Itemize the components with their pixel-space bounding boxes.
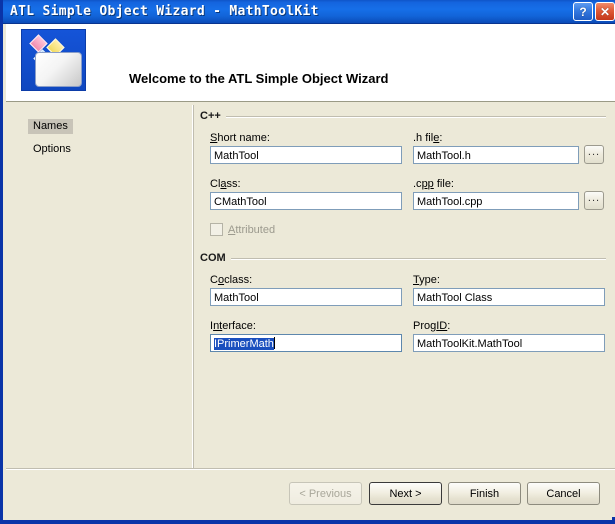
type-input[interactable]: MathTool Class <box>413 288 605 306</box>
progid-label-post: : <box>447 320 451 332</box>
wizard-nav: Names Options <box>6 102 191 468</box>
cpp-file-browse-button[interactable]: ... <box>584 191 604 210</box>
coclass-label-pre: C <box>210 274 218 286</box>
group-line-cpp <box>200 116 606 118</box>
interface-input[interactable]: IPrimerMath <box>210 334 402 352</box>
group-line-com <box>200 258 606 260</box>
coclass-input[interactable]: MathTool <box>210 288 402 306</box>
progid-label: ProgID: <box>413 320 450 332</box>
type-label: Type: <box>413 274 440 286</box>
diamond-pink-icon <box>29 34 48 53</box>
wizard-content: Names Options C++ Short name: MathTool .… <box>6 102 615 517</box>
cpp-file-input[interactable]: MathTool.cpp <box>413 192 579 210</box>
short-name-label: Short name: <box>210 132 270 144</box>
coclass-label: Coclass: <box>210 274 252 286</box>
group-label-com: COM <box>200 252 231 264</box>
interface-input-selection: IPrimerMath <box>214 338 274 350</box>
cpp-file-label: .cpp file: <box>413 178 454 190</box>
help-icon[interactable]: ? <box>573 2 593 21</box>
cancel-button[interactable]: Cancel <box>527 482 600 505</box>
interface-accel: nt <box>213 320 223 332</box>
class-input[interactable]: CMathTool <box>210 192 402 210</box>
previous-button[interactable]: < Previous <box>289 482 362 505</box>
group-label-cpp: C++ <box>200 110 226 122</box>
close-icon[interactable]: ✕ <box>595 2 615 21</box>
h-file-label-pre: .h fil <box>413 132 434 144</box>
coclass-label-post: class: <box>224 274 253 286</box>
cpp-file-accel: pp <box>421 178 434 190</box>
next-button[interactable]: Next > <box>369 482 442 505</box>
attributed-label: Attributed <box>228 224 275 236</box>
type-label-post: ype: <box>419 274 440 286</box>
text-caret <box>273 337 275 349</box>
wizard-banner: Welcome to the ATL Simple Object Wizard <box>6 24 615 102</box>
wizard-window: ATL Simple Object Wizard - MathToolKit ?… <box>0 0 615 524</box>
document-sheet-icon <box>35 52 82 87</box>
attributed-checkbox <box>210 223 223 236</box>
title-bar[interactable]: ATL Simple Object Wizard - MathToolKit ?… <box>3 0 615 24</box>
attributed-label-post: ttributed <box>235 223 276 236</box>
page-title: Welcome to the ATL Simple Object Wizard <box>129 71 389 86</box>
wizard-panel: C++ Short name: MathTool .h file: MathTo… <box>194 102 615 468</box>
progid-input[interactable]: MathToolKit.MathTool <box>413 334 605 352</box>
interface-label-post: erface: <box>222 320 256 332</box>
wizard-footer: < Previous Next > Finish Cancel <box>6 469 615 517</box>
class-label: Class: <box>210 178 241 190</box>
h-file-label-post: : <box>439 132 443 144</box>
short-name-label-post: hort name: <box>217 132 270 144</box>
cpp-file-label-post: file: <box>433 178 454 190</box>
h-file-browse-button[interactable]: ... <box>584 145 604 164</box>
h-file-label: .h file: <box>413 132 442 144</box>
title-bar-buttons: ? ✕ <box>573 2 615 21</box>
window-title: ATL Simple Object Wizard - MathToolKit <box>10 4 319 19</box>
finish-button[interactable]: Finish <box>448 482 521 505</box>
progid-label-pre: Prog <box>413 320 437 332</box>
interface-label: Interface: <box>210 320 256 332</box>
sidebar-item-options[interactable]: Options <box>28 142 76 157</box>
progid-accel: ID <box>436 320 448 332</box>
cpp-file-label-pre: .c <box>413 178 422 190</box>
h-file-input[interactable]: MathTool.h <box>413 146 579 164</box>
class-label-pre: Cl <box>210 178 221 190</box>
sidebar-item-names[interactable]: Names <box>28 119 73 134</box>
class-label-post: ss: <box>226 178 241 190</box>
attributed-checkbox-row: Attributed <box>210 223 275 236</box>
wizard-document-icon <box>21 29 86 91</box>
short-name-input[interactable]: MathTool <box>210 146 402 164</box>
